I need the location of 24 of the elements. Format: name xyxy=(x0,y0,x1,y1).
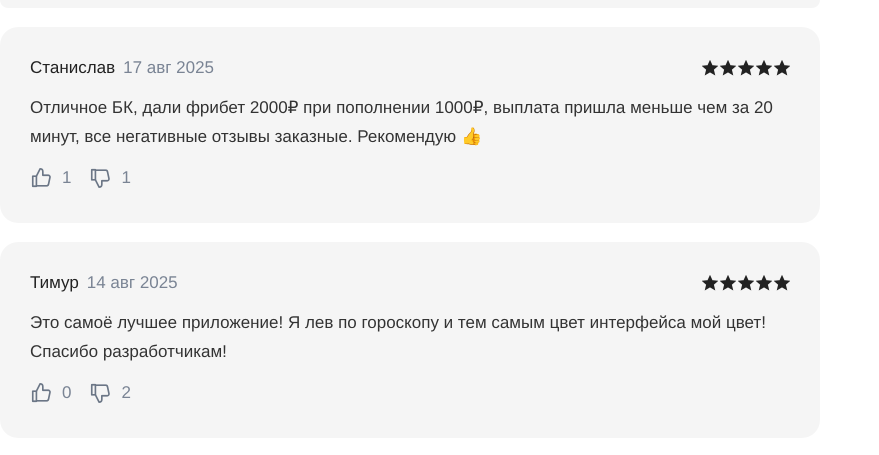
star-icon xyxy=(756,60,772,76)
author-name: Станислав xyxy=(30,58,116,78)
review-text: Это самоё лучшее приложение! Я лев по гороскопу и тем самым цвет интерфейса мой цвет! Спасибо разработчикам! xyxy=(30,312,767,363)
star-icon xyxy=(774,60,790,76)
like-button[interactable]: 1 xyxy=(30,167,72,189)
star-icon xyxy=(756,275,772,291)
star-icon xyxy=(738,275,754,291)
star-icon xyxy=(720,60,736,76)
review-text: Отличное БК, дали фрибет 2000₽ при пополнении 1000₽, выплата пришла меньше чем за 20 минут, все негативные отзывы заказные. Рекомендую 👍 xyxy=(30,97,774,148)
thumbs-up-icon xyxy=(30,167,52,189)
like-button[interactable]: 0 xyxy=(30,382,72,404)
author-name: Тимур xyxy=(30,273,79,293)
thumbs-down-icon xyxy=(89,167,112,189)
star-icon xyxy=(720,275,736,291)
thumbs-up-icon xyxy=(30,382,52,404)
dislike-button[interactable]: 2 xyxy=(89,382,131,404)
review-date: 17 авг 2025 xyxy=(123,58,214,78)
dislike-button[interactable]: 1 xyxy=(89,167,131,189)
thumbs-down-icon xyxy=(89,382,112,404)
star-icon xyxy=(702,60,718,76)
star-icon xyxy=(702,275,718,291)
star-icon xyxy=(738,60,754,76)
star-icon xyxy=(774,275,790,291)
review-date: 14 авг 2025 xyxy=(86,273,178,293)
